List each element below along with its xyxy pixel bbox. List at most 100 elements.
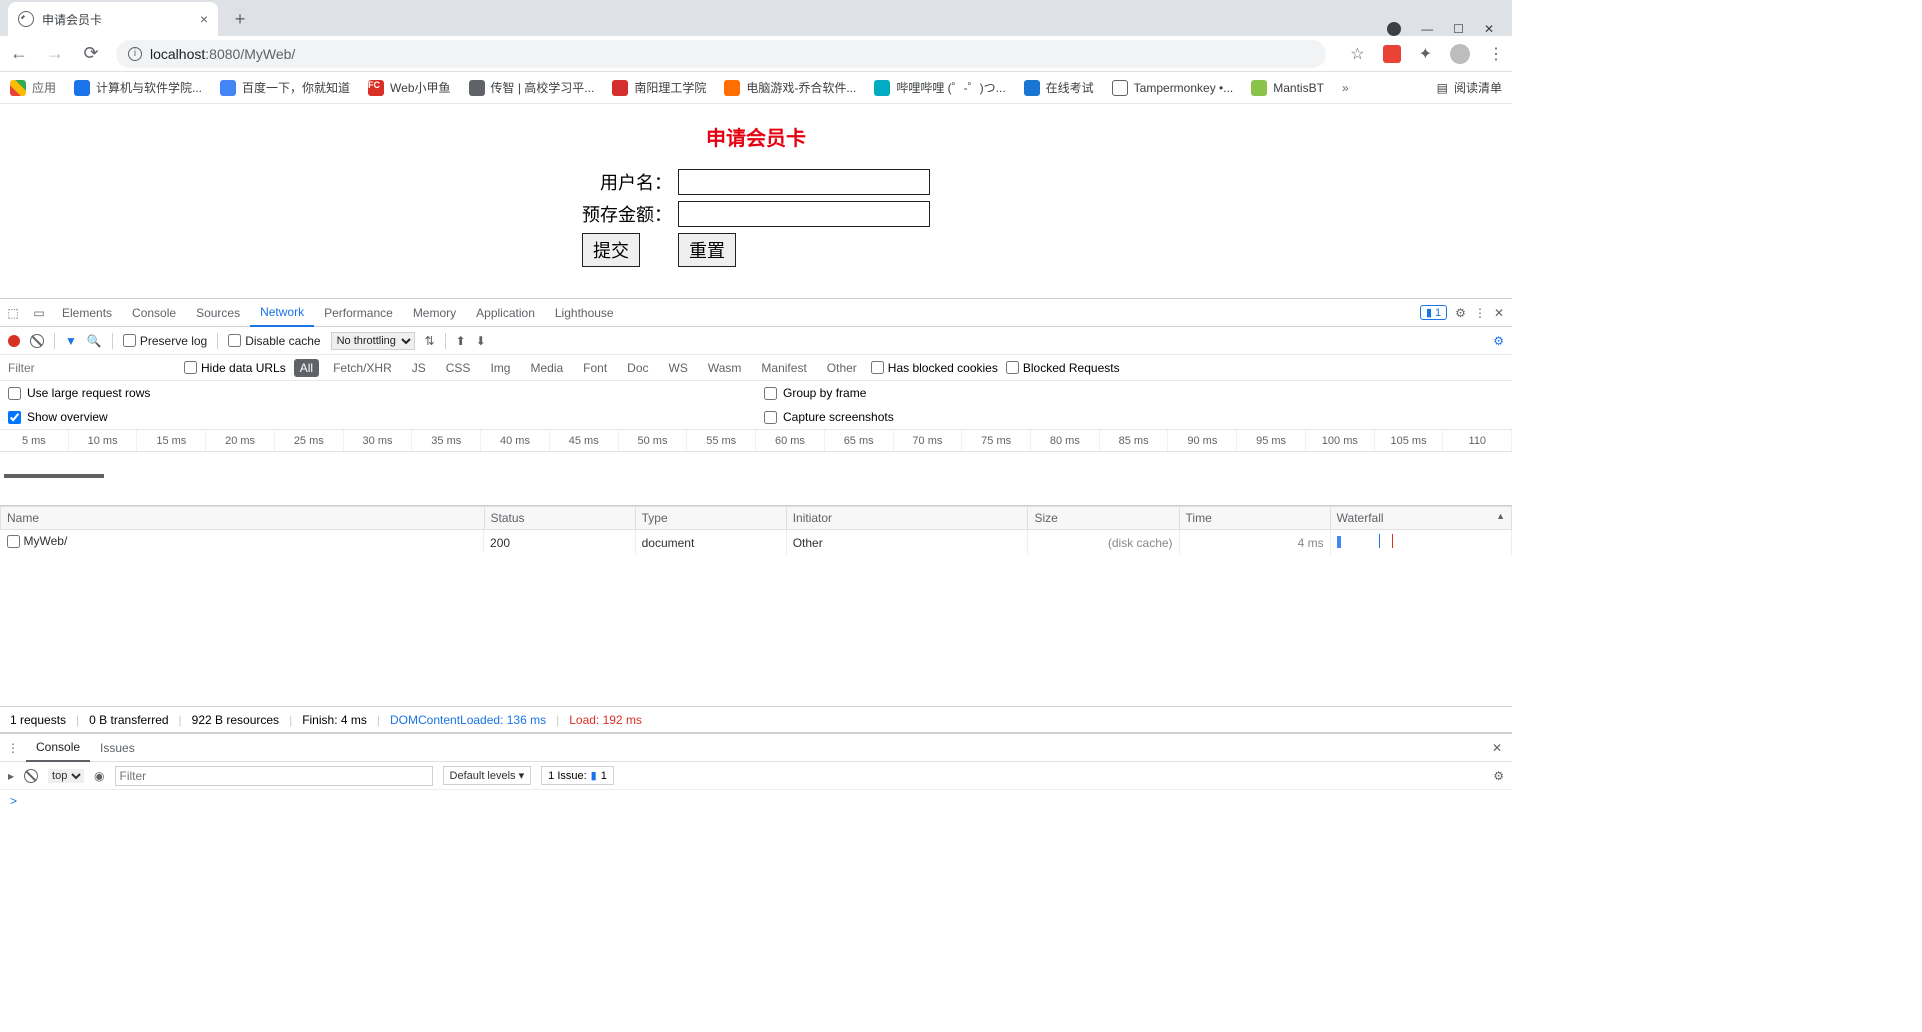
bookmarks-overflow[interactable]: » <box>1342 81 1349 95</box>
username-input[interactable] <box>678 169 930 195</box>
settings-icon[interactable]: ⚙ <box>1455 306 1466 320</box>
tab-performance[interactable]: Performance <box>314 299 403 327</box>
request-row[interactable]: MyWeb/ 200 document Other (disk cache) 4… <box>1 530 1512 556</box>
console-prompt[interactable]: > <box>0 790 1512 812</box>
col-initiator[interactable]: Initiator <box>786 507 1028 530</box>
clear-icon[interactable] <box>30 334 44 348</box>
filter-icon[interactable]: ▼ <box>65 334 77 348</box>
maximize-icon[interactable]: ☐ <box>1453 22 1464 36</box>
blocked-requests[interactable]: Blocked Requests <box>1006 361 1120 375</box>
reading-list-button[interactable]: ▤阅读清单 <box>1437 79 1502 96</box>
filter-chip[interactable]: Manifest <box>755 359 812 377</box>
profile-avatar-icon[interactable] <box>1450 44 1470 64</box>
filter-chip[interactable]: CSS <box>440 359 477 377</box>
console-filter-input[interactable] <box>115 766 433 786</box>
bookmark-item[interactable]: MantisBT <box>1251 80 1324 96</box>
col-type[interactable]: Type <box>635 507 786 530</box>
live-expression-icon[interactable]: ◉ <box>94 769 104 783</box>
bookmark-item[interactable]: 在线考试 <box>1024 79 1094 96</box>
filter-chip[interactable]: Fetch/XHR <box>327 359 398 377</box>
show-overview-checkbox[interactable] <box>8 411 21 424</box>
context-select[interactable]: top <box>48 769 84 783</box>
filter-input[interactable] <box>6 359 176 377</box>
tab-lighthouse[interactable]: Lighthouse <box>545 299 624 327</box>
hide-data-urls[interactable]: Hide data URLs <box>184 361 286 375</box>
preserve-log-checkbox[interactable]: Preserve log <box>123 334 207 348</box>
new-tab-button[interactable]: + <box>226 5 254 33</box>
drawer-tab-issues[interactable]: Issues <box>90 734 145 762</box>
bookmark-item[interactable]: 南阳理工学院 <box>612 79 706 96</box>
close-tab-icon[interactable]: × <box>200 11 208 27</box>
filter-chip-all[interactable]: All <box>294 359 319 377</box>
extensions-puzzle-icon[interactable]: ✦ <box>1419 44 1432 64</box>
large-rows-checkbox[interactable] <box>8 387 21 400</box>
apps-button[interactable]: 应用 <box>10 79 56 96</box>
filter-chip[interactable]: Font <box>577 359 613 377</box>
col-name[interactable]: Name <box>1 507 485 530</box>
tab-memory[interactable]: Memory <box>403 299 466 327</box>
reset-button[interactable]: 重置 <box>678 233 736 267</box>
browser-tab[interactable]: 申请会员卡 × <box>8 2 218 36</box>
col-status[interactable]: Status <box>484 507 635 530</box>
throttling-select[interactable]: No throttling <box>331 332 415 350</box>
tab-elements[interactable]: Elements <box>52 299 122 327</box>
minimize-icon[interactable]: — <box>1421 22 1433 36</box>
row-checkbox[interactable] <box>7 535 20 548</box>
star-icon[interactable]: ☆ <box>1350 44 1364 64</box>
network-settings-icon[interactable]: ⚙ <box>1493 334 1504 348</box>
bookmark-item[interactable]: 哔哩哔哩 (゜-゜)つ... <box>874 79 1005 96</box>
close-window-icon[interactable]: ✕ <box>1484 22 1494 36</box>
log-levels-select[interactable]: Default levels ▾ <box>443 766 532 785</box>
clear-console-icon[interactable] <box>24 769 38 783</box>
console-settings-icon[interactable]: ⚙ <box>1493 769 1504 783</box>
site-info-icon[interactable]: i <box>128 47 142 61</box>
group-by-frame-checkbox[interactable] <box>764 387 777 400</box>
bookmark-item[interactable]: 传智 | 高校学习平... <box>469 79 595 96</box>
tab-sources[interactable]: Sources <box>186 299 250 327</box>
record-button[interactable] <box>8 335 20 347</box>
filter-chip[interactable]: Other <box>821 359 863 377</box>
more-icon[interactable]: ⋮ <box>1474 306 1486 320</box>
filter-chip[interactable]: JS <box>406 359 432 377</box>
drawer-close-icon[interactable]: ✕ <box>1492 741 1512 755</box>
address-bar[interactable]: i localhost:8080/MyWeb/ <box>116 40 1326 68</box>
bookmark-item[interactable]: FCWeb小甲鱼 <box>368 79 450 96</box>
network-conditions-icon[interactable]: ⇅ <box>425 334 435 348</box>
filter-chip[interactable]: Doc <box>621 359 654 377</box>
import-har-icon[interactable]: ⬆ <box>456 334 466 348</box>
disable-cache-checkbox[interactable]: Disable cache <box>228 334 320 348</box>
chrome-menu-icon[interactable]: ⋮ <box>1488 44 1504 64</box>
device-icon[interactable]: ▭ <box>26 306 52 320</box>
drawer-menu-icon[interactable]: ⋮ <box>0 741 26 755</box>
export-har-icon[interactable]: ⬇ <box>476 334 486 348</box>
timeline-overview[interactable]: 5 ms10 ms15 ms20 ms25 ms30 ms35 ms40 ms4… <box>0 430 1512 506</box>
col-size[interactable]: Size <box>1028 507 1179 530</box>
bookmark-item[interactable]: 计算机与软件学院... <box>74 79 202 96</box>
console-sidebar-icon[interactable]: ▸ <box>8 769 14 783</box>
drawer-tab-console[interactable]: Console <box>26 734 90 762</box>
back-button[interactable]: ← <box>8 43 30 64</box>
extension-icon[interactable] <box>1383 45 1401 63</box>
bookmark-item[interactable]: 百度一下，你就知道 <box>220 79 350 96</box>
account-icon[interactable] <box>1387 22 1401 36</box>
console-issues-badge[interactable]: 1 Issue: ▮1 <box>541 766 614 785</box>
col-waterfall[interactable]: Waterfall▲ <box>1330 507 1511 530</box>
tab-network[interactable]: Network <box>250 299 314 327</box>
col-time[interactable]: Time <box>1179 507 1330 530</box>
bookmark-item[interactable]: Tampermonkey •... <box>1112 80 1234 96</box>
capture-screenshots-checkbox[interactable] <box>764 411 777 424</box>
tab-application[interactable]: Application <box>466 299 545 327</box>
tab-console[interactable]: Console <box>122 299 186 327</box>
balance-input[interactable] <box>678 201 930 227</box>
reload-button[interactable]: ⟳ <box>80 43 102 64</box>
submit-button[interactable]: 提交 <box>582 233 640 267</box>
close-devtools-icon[interactable]: ✕ <box>1494 306 1504 320</box>
filter-chip[interactable]: WS <box>663 359 694 377</box>
search-icon[interactable]: 🔍 <box>87 334 102 348</box>
filter-chip[interactable]: Img <box>484 359 516 377</box>
has-blocked-cookies[interactable]: Has blocked cookies <box>871 361 998 375</box>
forward-button[interactable]: → <box>44 43 66 64</box>
issues-badge[interactable]: ▮ 1 <box>1420 305 1447 320</box>
filter-chip[interactable]: Wasm <box>702 359 748 377</box>
bookmark-item[interactable]: 电脑游戏-乔合软件... <box>724 79 856 96</box>
